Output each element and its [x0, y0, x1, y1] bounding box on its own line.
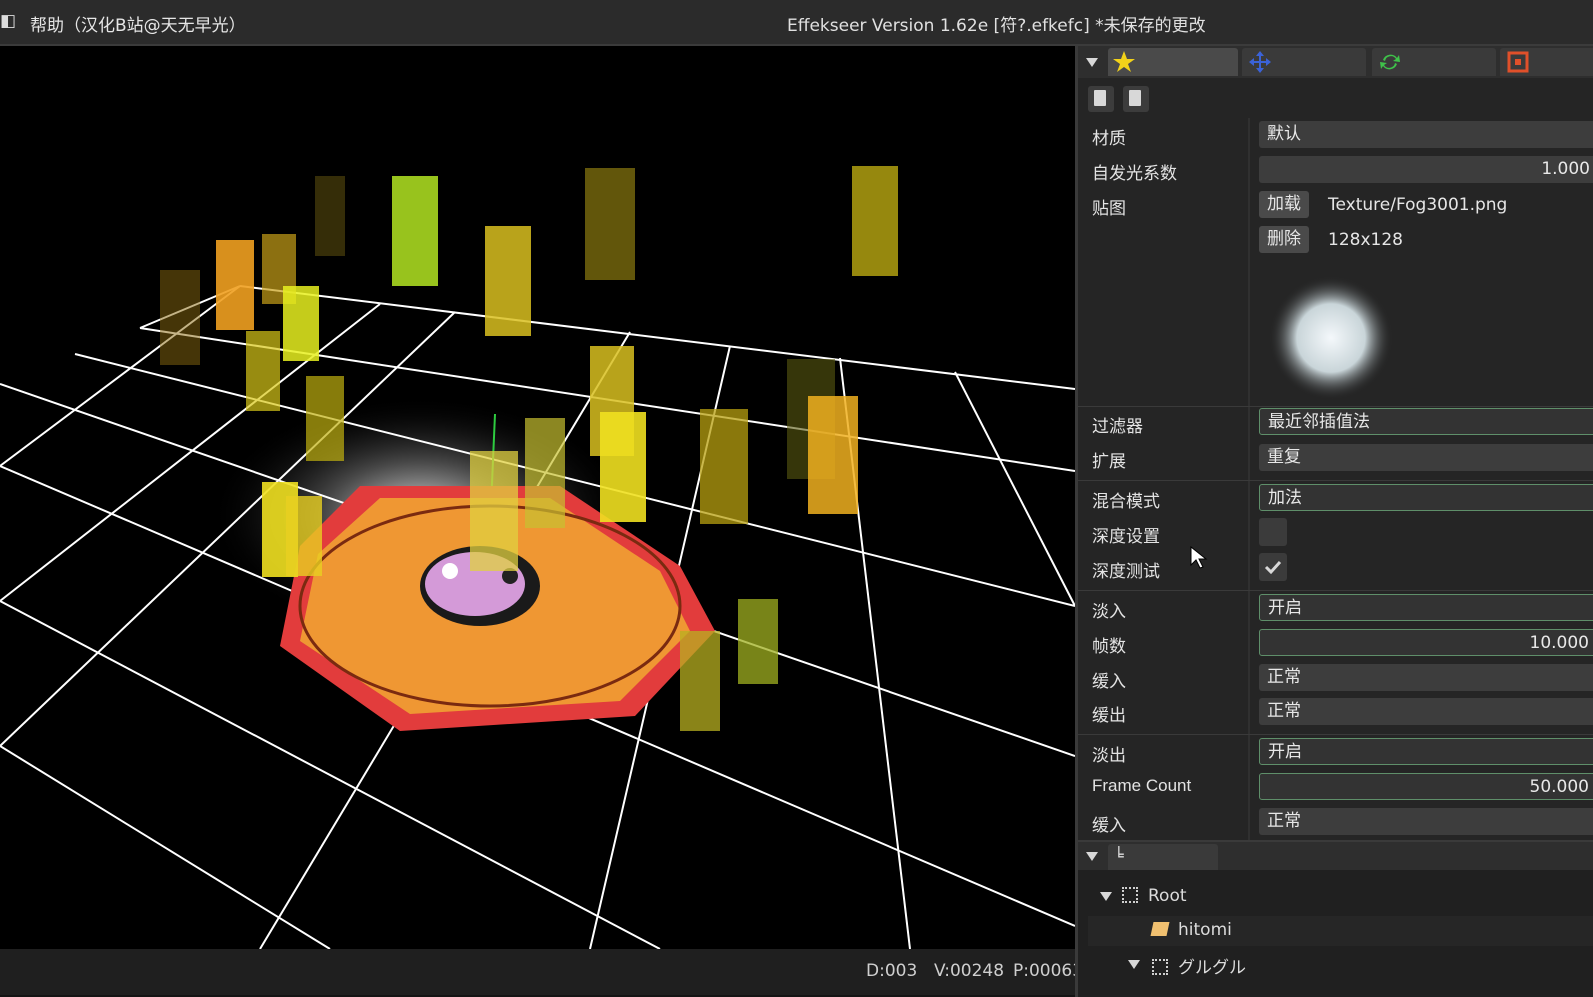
texture-label: 贴图 — [1092, 199, 1126, 219]
scale-icon — [1507, 51, 1529, 73]
node-label: グルグル — [1178, 958, 1246, 978]
easeout-label: 缓出 — [1092, 706, 1126, 726]
status-v: V:00248 — [934, 961, 1005, 981]
divider — [1078, 480, 1593, 481]
depth-set-label: 深度设置 — [1092, 527, 1160, 547]
menu-bar: ◧ 帮助（汉化B站@天无早光） Effekseer Version 1.62e … — [0, 0, 1593, 46]
node-root[interactable]: Root — [1122, 886, 1187, 906]
frames-input[interactable]: 10.000 — [1259, 629, 1593, 656]
blend-select[interactable]: 加法 — [1259, 484, 1593, 511]
texture-size: 128x128 — [1328, 230, 1403, 250]
wrap-select[interactable]: 重复 — [1259, 444, 1593, 471]
material-select[interactable]: 默认 — [1259, 121, 1593, 148]
filter-label: 过滤器 — [1092, 417, 1143, 437]
emissive-label: 自发光系数 — [1092, 164, 1177, 184]
filter-select[interactable]: 最近邻插值法 — [1259, 408, 1593, 435]
properties-panel: 材质 默认 自发光系数 1.000 贴图 加载 Texture/Fog3001.… — [1075, 46, 1593, 949]
depth-set-checkbox[interactable] — [1259, 518, 1287, 546]
tab-scale[interactable] — [1500, 48, 1593, 76]
divider — [1078, 590, 1593, 591]
framecount-input[interactable]: 50.000 — [1259, 773, 1593, 800]
frames-label: 帧数 — [1092, 637, 1126, 657]
node-label: hitomi — [1178, 920, 1232, 940]
easein-label: 缓入 — [1092, 672, 1126, 692]
tab-common[interactable] — [1108, 48, 1238, 76]
easein2-label: 缓入 — [1092, 816, 1126, 836]
panel-collapse-icon[interactable] — [1086, 58, 1098, 67]
menu-item-cut[interactable]: ◧ — [0, 11, 16, 31]
emissive-input[interactable]: 1.000 — [1259, 156, 1593, 183]
menu-help[interactable]: 帮助（汉化B站@天无早光） — [30, 11, 246, 36]
node-tree-icon: ╘ — [1114, 846, 1124, 865]
easein2-select[interactable]: 正常 — [1259, 808, 1593, 835]
star-icon — [1113, 51, 1135, 72]
load-texture-button[interactable]: 加载 — [1259, 191, 1309, 218]
move-icon — [1249, 51, 1271, 73]
status-d: D:003 — [866, 961, 918, 981]
easeout-select[interactable]: 正常 — [1259, 698, 1593, 725]
fadeout-label: 淡出 — [1092, 746, 1126, 766]
expand-root-icon[interactable] — [1100, 892, 1112, 901]
divider — [1078, 406, 1593, 407]
clipboard-toolbar — [1078, 82, 1593, 118]
easein-select[interactable]: 正常 — [1259, 664, 1593, 691]
blend-label: 混合模式 — [1092, 492, 1160, 512]
tab-location[interactable] — [1242, 48, 1366, 76]
node-tree-header: ╘ — [1078, 842, 1593, 870]
rotate-icon — [1380, 54, 1400, 70]
divider — [1078, 734, 1593, 735]
node-box-icon — [1122, 887, 1138, 903]
effect-viewport[interactable] — [0, 46, 1075, 949]
depth-test-checkbox[interactable] — [1259, 553, 1287, 581]
copy-icon[interactable] — [1088, 86, 1114, 112]
tab-rotation[interactable] — [1372, 48, 1496, 76]
panel-collapse-icon[interactable] — [1086, 852, 1098, 861]
expand-node-icon[interactable] — [1128, 960, 1140, 969]
status-p: P:00063 — [1013, 961, 1084, 981]
framecount-label: Frame Count — [1092, 776, 1192, 795]
wrap-label: 扩展 — [1092, 452, 1126, 472]
sprite-node-icon — [1150, 922, 1170, 936]
node-guruguru[interactable]: グルグル — [1152, 953, 1246, 978]
paste-icon[interactable] — [1123, 86, 1149, 112]
tab-node-tree[interactable]: ╘ — [1108, 844, 1218, 870]
node-tree-panel: ╘ Root hitomi グルグル — [1075, 840, 1593, 997]
checkmark-icon — [1264, 560, 1282, 575]
fadein-select[interactable]: 开启 — [1259, 594, 1593, 621]
fadeout-select[interactable]: 开启 — [1259, 738, 1593, 765]
status-bar: D:003 V:00248 P:00063 — [0, 949, 1083, 995]
viewport-scene — [0, 166, 1075, 949]
node-hitomi[interactable]: hitomi — [1150, 920, 1232, 940]
delete-texture-button[interactable]: 删除 — [1259, 226, 1309, 253]
node-label: Root — [1148, 886, 1187, 906]
material-label: 材质 — [1092, 129, 1126, 149]
fadein-label: 淡入 — [1092, 602, 1126, 622]
texture-preview — [1263, 268, 1403, 408]
texture-path: Texture/Fog3001.png — [1328, 195, 1508, 215]
mouse-cursor-icon — [1190, 546, 1208, 569]
node-box-icon — [1152, 959, 1168, 975]
depth-test-label: 深度测试 — [1092, 562, 1160, 582]
panel-tab-bar — [1078, 46, 1593, 78]
window-title: Effekseer Version 1.62e [符?.efkefc] *未保存… — [787, 16, 1206, 36]
